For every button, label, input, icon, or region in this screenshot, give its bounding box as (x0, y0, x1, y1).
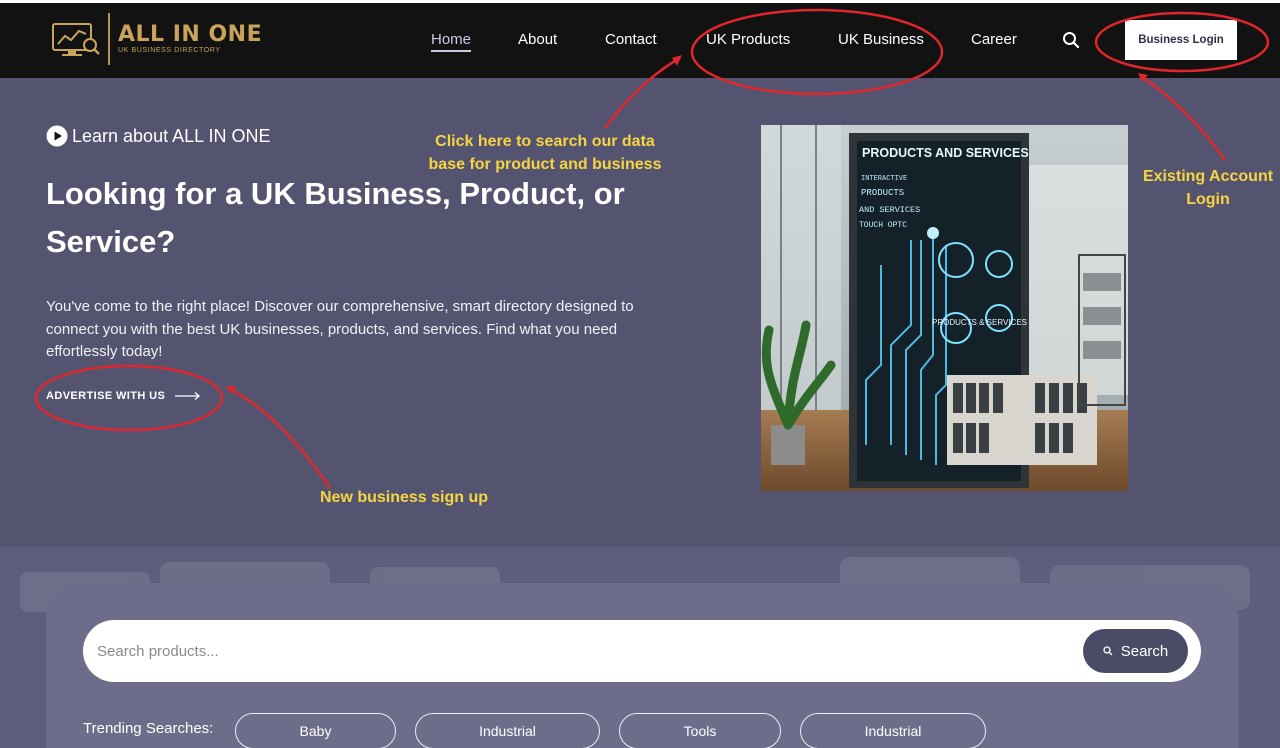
brand-logo[interactable]: ALL IN ONE UK BUSINESS DIRECTORY (50, 13, 262, 65)
nav-home[interactable]: Home (431, 31, 472, 52)
search-hint-annotation: Click here to search our data base for p… (420, 130, 670, 176)
brand-subtitle: UK BUSINESS DIRECTORY (118, 47, 221, 54)
login-hint-annotation: Existing Account Login (1138, 165, 1278, 211)
products-services-illustration: PRODUCTS AND SERVICES INTERACTIVE PRODUC… (761, 125, 1128, 491)
login-hint-line-1: Existing Account (1142, 168, 1274, 185)
advertise-label: ADVERTISE WITH US (46, 390, 166, 402)
image-line-4: TOUCH OPTC (859, 221, 907, 230)
trending-chip-industrial-2[interactable]: Industrial (800, 713, 986, 748)
image-heading: PRODUCTS AND SERVICES (862, 146, 1029, 160)
search-hint-line-1: Click here to search our data (435, 133, 655, 150)
learn-about-label: Learn about ALL IN ONE (72, 125, 271, 146)
image-line-1: INTERACTIVE (861, 175, 907, 183)
learn-about-link[interactable]: Learn about ALL IN ONE (46, 125, 270, 147)
nav-contact[interactable]: Contact (605, 31, 657, 48)
search-button[interactable]: Search (1083, 629, 1188, 673)
arrow-right-icon (175, 392, 201, 400)
login-hint-line-2: Login (1186, 191, 1230, 208)
image-panel-text: PRODUCTS & SERVICES (932, 318, 1027, 327)
hero-description: You've come to the right place! Discover… (46, 298, 634, 360)
search-bar: Search (83, 620, 1201, 682)
logo-divider (108, 13, 110, 65)
image-line-2: PRODUCTS (861, 188, 904, 198)
business-login-button[interactable]: Business Login (1125, 20, 1237, 60)
brand-title: ALL IN ONE (118, 22, 263, 47)
nav-about[interactable]: About (518, 31, 557, 48)
top-nav: ALL IN ONE UK BUSINESS DIRECTORY Home Ab… (0, 0, 1280, 78)
nav-uk-products[interactable]: UK Products (706, 31, 790, 48)
nav-career[interactable]: Career (971, 31, 1017, 48)
trending-chip-industrial[interactable]: Industrial (415, 713, 600, 748)
arrowhead-advertise (226, 386, 236, 394)
monitor-chart-icon (52, 23, 100, 56)
trending-chip-baby[interactable]: Baby (235, 713, 396, 748)
image-line-3: AND SERVICES (859, 205, 920, 215)
trending-chip-tools[interactable]: Tools (619, 713, 781, 748)
signup-hint-annotation: New business sign up (319, 489, 489, 506)
arrow-to-advertise (227, 386, 332, 489)
hero-title: Looking for a UK Business, Product, or S… (46, 176, 625, 259)
search-icon (1103, 646, 1113, 656)
nav-uk-business[interactable]: UK Business (838, 31, 924, 48)
advertise-with-us-link[interactable]: ADVERTISE WITH US (46, 390, 201, 402)
search-hint-line-2: base for product and business (428, 156, 662, 173)
arrow-to-login (1139, 73, 1227, 161)
play-icon (46, 125, 68, 147)
search-icon[interactable] (1062, 31, 1080, 49)
trending-searches-label: Trending Searches: (83, 720, 214, 737)
search-input[interactable] (97, 632, 997, 670)
search-button-label: Search (1120, 642, 1169, 660)
